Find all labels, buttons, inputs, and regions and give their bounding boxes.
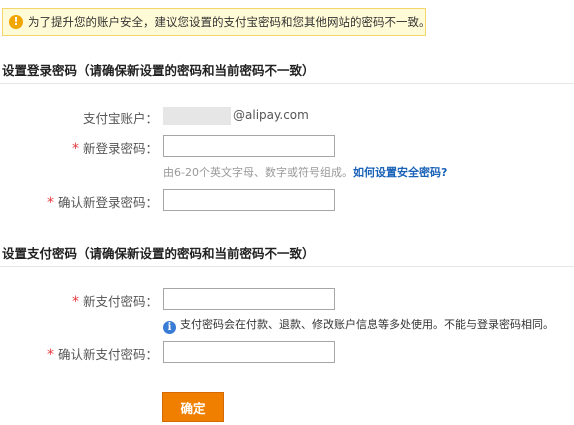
masked-account-name — [163, 107, 231, 125]
confirm-pay-password-input[interactable] — [163, 341, 335, 363]
notice-text: 为了提升您的账户安全，建议您设置的支付宝密码和您其他网站的密码不一致。 — [28, 15, 431, 29]
required-mark: * — [46, 195, 54, 211]
submit-button[interactable]: 确定 — [162, 392, 224, 422]
account-label: 支付宝账户： — [82, 111, 158, 126]
pay-password-info: i 支付密码会在付款、退款、修改账户信息等多处使用。不能与登录密码相同。 — [163, 316, 554, 334]
required-mark: * — [46, 347, 54, 363]
account-domain: @alipay.com — [233, 108, 309, 122]
security-notice: ! 为了提升您的账户安全，建议您设置的支付宝密码和您其他网站的密码不一致。 — [2, 8, 431, 36]
password-hint: 由6-20个英文字母、数字或符号组成。如何设置安全密码? — [163, 166, 448, 179]
login-password-section-title: 设置登录密码（请确保新设置的密码和当前密码不一致） — [2, 63, 315, 78]
how-to-set-password-link[interactable]: 如何设置安全密码? — [353, 166, 447, 179]
confirm-login-password-input[interactable] — [163, 189, 335, 211]
exclamation-icon: ! — [9, 15, 23, 29]
new-login-password-input[interactable] — [163, 135, 335, 157]
new-login-password-label: * 新登录密码： — [71, 141, 158, 157]
confirm-pay-password-label: * 确认新支付密码： — [46, 347, 158, 363]
info-icon: i — [163, 321, 176, 334]
section-divider — [0, 83, 574, 84]
required-mark: * — [71, 294, 79, 310]
pay-password-section-title: 设置支付密码（请确保新设置的密码和当前密码不一致） — [2, 246, 315, 261]
new-pay-password-input[interactable] — [163, 288, 335, 310]
required-mark: * — [71, 141, 79, 157]
new-pay-password-label: * 新支付密码： — [71, 294, 158, 310]
confirm-login-password-label: * 确认新登录密码： — [46, 195, 158, 211]
section-divider — [0, 266, 574, 267]
